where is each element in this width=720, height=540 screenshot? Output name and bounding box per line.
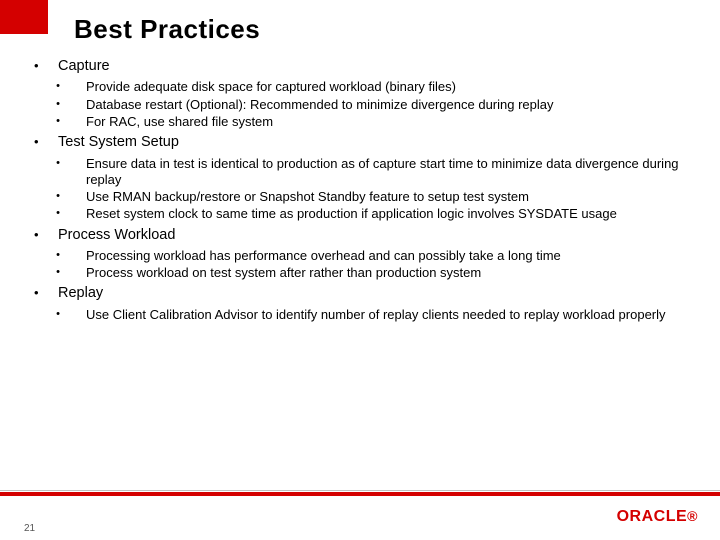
list-item: • Reset system clock to same time as pro… bbox=[34, 206, 692, 222]
section-title: Capture bbox=[58, 58, 110, 75]
sub-list: • Processing workload has performance ov… bbox=[34, 248, 692, 282]
list-item: • Use RMAN backup/restore or Snapshot St… bbox=[34, 189, 692, 205]
item-text: Use RMAN backup/restore or Snapshot Stan… bbox=[86, 189, 692, 205]
item-text: Reset system clock to same time as produ… bbox=[86, 206, 692, 222]
sub-list: • Use Client Calibration Advisor to iden… bbox=[34, 307, 692, 323]
footer-divider bbox=[0, 492, 720, 496]
section-process-workload: • Process Workload • Processing workload… bbox=[34, 227, 692, 282]
bullet-icon: • bbox=[34, 227, 58, 243]
list-item: • For RAC, use shared file system bbox=[34, 114, 692, 130]
item-text: Process workload on test system after ra… bbox=[86, 265, 692, 281]
list-item: • Database restart (Optional): Recommend… bbox=[34, 97, 692, 113]
item-text: Database restart (Optional): Recommended… bbox=[86, 97, 692, 113]
section-title: Replay bbox=[58, 285, 103, 302]
header-accent-block bbox=[0, 0, 48, 34]
list-item: • Use Client Calibration Advisor to iden… bbox=[34, 307, 692, 323]
page-title: Best Practices bbox=[74, 14, 260, 45]
list-item: • Process workload on test system after … bbox=[34, 265, 692, 281]
bullet-icon: • bbox=[34, 307, 86, 322]
section-title: Process Workload bbox=[58, 227, 175, 244]
item-text: For RAC, use shared file system bbox=[86, 114, 692, 130]
section-replay: • Replay • Use Client Calibration Adviso… bbox=[34, 285, 692, 323]
bullet-icon: • bbox=[34, 285, 58, 301]
item-text: Processing workload has performance over… bbox=[86, 248, 692, 264]
item-text: Use Client Calibration Advisor to identi… bbox=[86, 307, 692, 323]
sub-list: • Provide adequate disk space for captur… bbox=[34, 79, 692, 130]
bullet-icon: • bbox=[34, 79, 86, 94]
bullet-icon: • bbox=[34, 189, 86, 204]
sub-list: • Ensure data in test is identical to pr… bbox=[34, 156, 692, 223]
bullet-icon: • bbox=[34, 114, 86, 129]
brand-text: ORACLE bbox=[617, 508, 688, 525]
brand-dot-icon: ® bbox=[687, 508, 698, 524]
list-item: • Provide adequate disk space for captur… bbox=[34, 79, 692, 95]
content-area: • Capture • Provide adequate disk space … bbox=[34, 58, 692, 327]
section-test-system-setup: • Test System Setup • Ensure data in tes… bbox=[34, 134, 692, 222]
section-title: Test System Setup bbox=[58, 134, 179, 151]
section-capture: • Capture • Provide adequate disk space … bbox=[34, 58, 692, 130]
section-header: • Test System Setup bbox=[34, 134, 692, 151]
bullet-icon: • bbox=[34, 206, 86, 221]
item-text: Provide adequate disk space for captured… bbox=[86, 79, 692, 95]
bullet-icon: • bbox=[34, 248, 86, 263]
item-text: Ensure data in test is identical to prod… bbox=[86, 156, 692, 189]
bullet-icon: • bbox=[34, 97, 86, 112]
bullet-icon: • bbox=[34, 156, 86, 171]
bullet-icon: • bbox=[34, 265, 86, 280]
section-header: • Process Workload bbox=[34, 227, 692, 244]
section-header: • Capture bbox=[34, 58, 692, 75]
bullet-icon: • bbox=[34, 58, 58, 74]
bullet-icon: • bbox=[34, 134, 58, 150]
list-item: • Processing workload has performance ov… bbox=[34, 248, 692, 264]
list-item: • Ensure data in test is identical to pr… bbox=[34, 156, 692, 189]
slide-number: 21 bbox=[24, 523, 35, 534]
section-header: • Replay bbox=[34, 285, 692, 302]
brand-logo: ORACLE® bbox=[617, 508, 698, 526]
